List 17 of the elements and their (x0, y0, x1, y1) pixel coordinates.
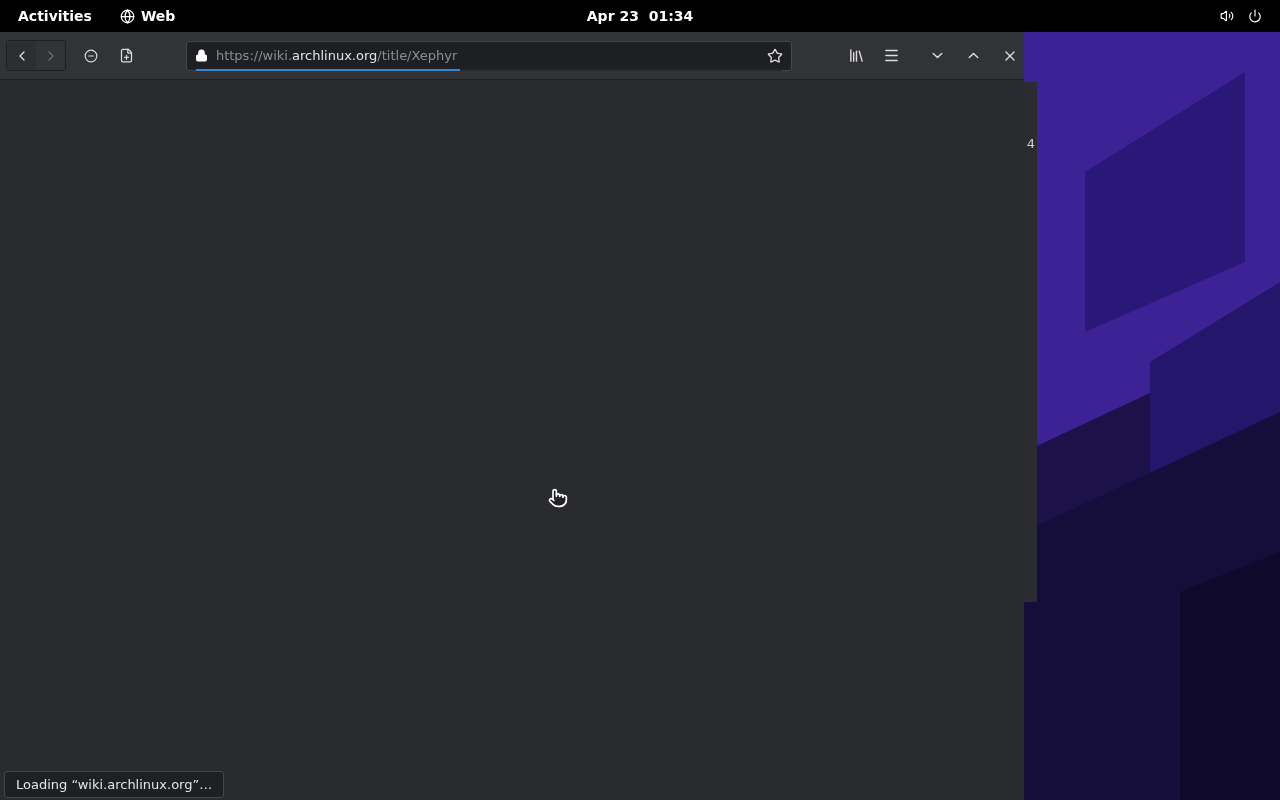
volume-icon[interactable] (1220, 9, 1234, 23)
activities-button[interactable]: Activities (18, 5, 92, 27)
hand-cursor-icon (548, 488, 568, 508)
bookmark-star-icon[interactable] (767, 47, 784, 64)
back-button[interactable] (7, 41, 36, 70)
clock[interactable]: Apr 23 01:34 (586, 5, 694, 27)
status-text: Loading “wiki.archlinux.org”… (4, 770, 225, 798)
power-icon[interactable] (1248, 9, 1262, 23)
globe-icon (119, 8, 135, 24)
stop-icon (84, 48, 98, 63)
app-menu[interactable]: Web (119, 5, 176, 27)
url-field[interactable]: https://wiki.archlinux.org/title/Xephyr (185, 40, 793, 71)
window-text: 4 (1026, 135, 1036, 153)
menu-icon[interactable] (883, 47, 901, 64)
new-page-icon (119, 48, 135, 63)
library-icon[interactable] (848, 47, 866, 64)
lock-icon (194, 49, 208, 62)
